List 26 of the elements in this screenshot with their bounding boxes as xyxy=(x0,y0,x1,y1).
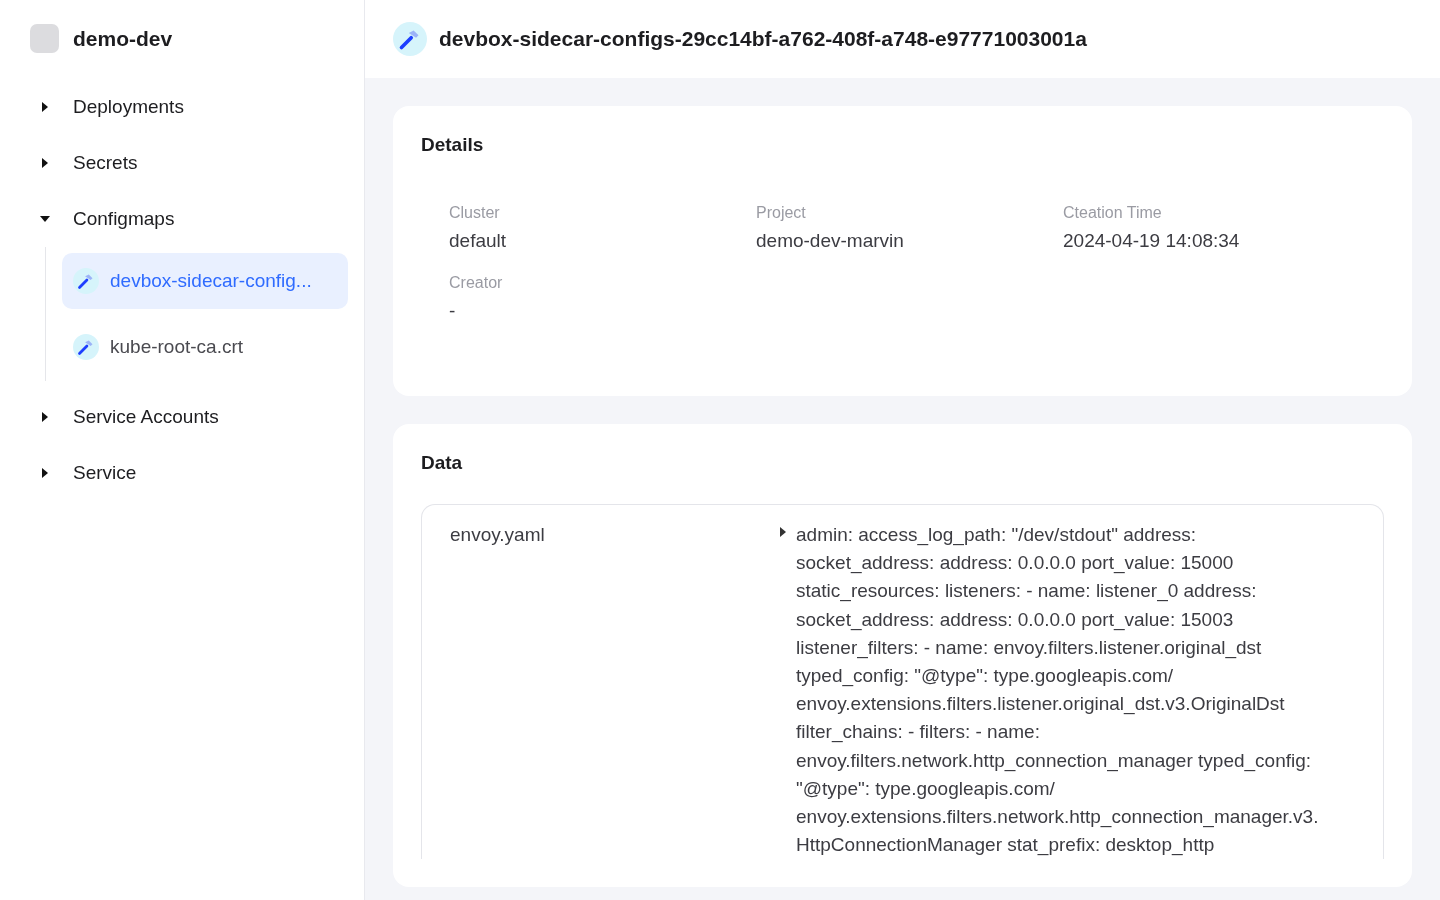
hammer-icon xyxy=(73,268,99,294)
sidebar-item[interactable]: Configmaps xyxy=(30,191,348,247)
card-title: Details xyxy=(421,134,485,156)
field-label: Cteation Time xyxy=(1063,204,1163,222)
sidebar-subitem[interactable]: kube-root-ca.crt xyxy=(62,319,348,375)
field-value: demo-dev-marvin xyxy=(756,230,905,252)
field-value: default xyxy=(449,230,508,252)
workspace-name: demo-dev xyxy=(73,26,173,51)
data-value: admin: access_log_path: "/dev/stdout" address: socket_address: address: 0.0.0.0 port_value: 15000 static_resources: listeners: - name: listener_0 address: socket_address: address: 0.0.0.0 port_value: 15003 listener_filters: - name: envoy.filters.listener.original_dst typed_config: "@type": type.googleapis.com/ envoy.extensions.filters.listener.original_dst.v3.OriginalDst filter_chains: - filters: - name: envoy.filters.network.http_connection_manager typed_config: "@type": type.googleapis.com/ envoy.extensions.filters.network.http_connection_manager.v3. HttpConnectionManager stat_prefix: desktop_http xyxy=(796,523,1320,858)
hammer-icon xyxy=(393,22,427,56)
field-label: Creator xyxy=(449,274,504,292)
hammer-icon xyxy=(73,334,99,360)
workspace-logo xyxy=(30,24,59,53)
sidebar-item[interactable]: Service Accounts xyxy=(30,389,348,445)
sidebar-item[interactable]: Deployments xyxy=(30,79,348,135)
field-label: Project xyxy=(756,204,807,222)
data-key: envoy.yaml xyxy=(450,521,780,860)
field-label: Cluster xyxy=(449,204,501,222)
field-value: 2024-04-19 14:08:34 xyxy=(1063,230,1241,252)
field-value: - xyxy=(449,300,457,322)
card-title: Data xyxy=(421,452,464,474)
sidebar-item[interactable]: Secrets xyxy=(30,135,348,191)
sidebar-item[interactable]: Service xyxy=(30,445,348,501)
sidebar-subitem[interactable]: devbox-sidecar-config... xyxy=(62,253,348,309)
expand-caret-icon[interactable] xyxy=(780,527,786,537)
page-title: devbox-sidecar-configs-29cc14bf-a762-408f-a748-e97771003001a xyxy=(439,27,1087,51)
